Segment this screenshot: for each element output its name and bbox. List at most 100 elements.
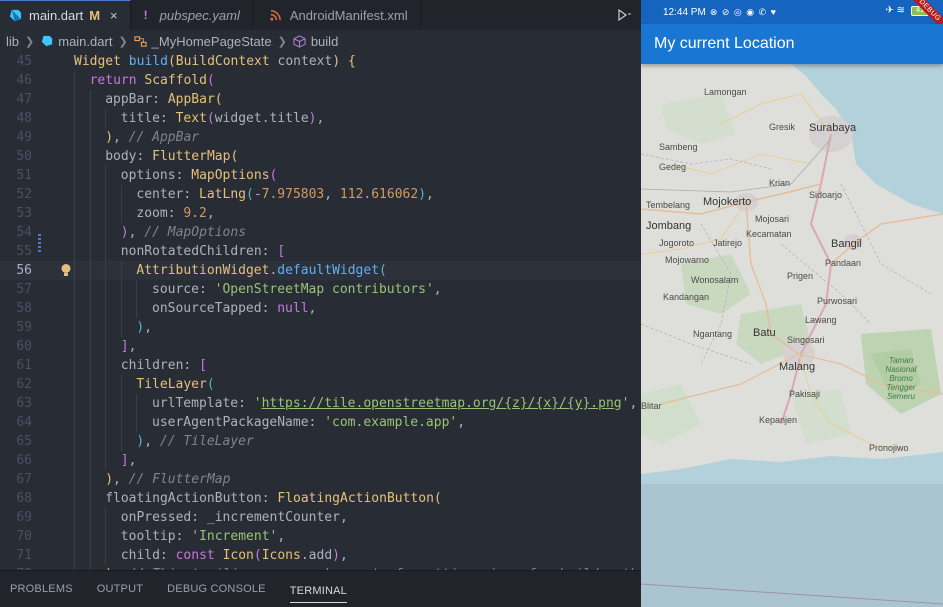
code-line[interactable]: 64 userAgentPackageName: 'com.example.app… xyxy=(0,413,641,432)
tab-label: main.dart xyxy=(29,8,84,23)
code-line[interactable]: 61 children: [ xyxy=(0,356,641,375)
indent-guide xyxy=(105,337,107,356)
map-place-label: Purwosari xyxy=(817,296,858,306)
line-number: 70 xyxy=(16,529,32,544)
code-line[interactable]: 60], xyxy=(0,337,641,356)
line-number: 60 xyxy=(16,339,32,354)
line-number: 56 xyxy=(16,263,32,278)
indent-guide xyxy=(89,394,91,413)
code-line[interactable]: 63 urlTemplate: 'https://tile.openstreetm… xyxy=(0,394,641,413)
phone-emulator: 12:44 PM ⊗ ⊘ ◎ ◉ ✆ ♥ ✈ ≋ 41 DEBUG My cur… xyxy=(641,0,943,607)
indent-guide xyxy=(74,394,75,413)
indent-guide xyxy=(136,299,138,318)
code-line[interactable]: 71 child: const Icon(Icons.add), xyxy=(0,546,641,565)
map-place-label: Jatirejo xyxy=(713,238,743,248)
chevron-right-icon: ❯ xyxy=(118,35,128,48)
indent-guide xyxy=(74,261,75,280)
map-place-label: Kecamatan xyxy=(746,229,792,239)
line-number: 55 xyxy=(16,244,32,259)
code-text: ], xyxy=(120,339,137,354)
indent-guide xyxy=(120,185,122,204)
close-icon[interactable]: × xyxy=(110,8,118,23)
line-number: 53 xyxy=(16,206,32,221)
code-line[interactable]: 51 options: MapOptions( xyxy=(0,166,641,185)
map-view[interactable]: Surabaya Sambeng Lamongan Gresik Gedeg Krian S… xyxy=(641,64,943,607)
line-number: 64 xyxy=(16,415,32,430)
tab-debug-console[interactable]: DEBUG CONSOLE xyxy=(167,571,266,607)
map-place-label: Gedeg xyxy=(659,162,687,172)
code-line[interactable]: 53 zoom: 9.2, xyxy=(0,204,641,223)
map-place-label: Singosari xyxy=(787,335,825,345)
indent-guide xyxy=(105,109,107,128)
code-line[interactable]: 45 Widget build(BuildContext context) { xyxy=(0,52,641,71)
code-line[interactable]: 55 nonRotatedChildren: [ xyxy=(0,242,641,261)
app-bar: My current Location xyxy=(641,24,943,64)
map-place-label: Prigen xyxy=(787,271,814,281)
map-place-label: Krian xyxy=(769,178,791,188)
line-number: 59 xyxy=(16,320,32,335)
code-text: options: MapOptions( xyxy=(120,168,278,183)
code-line[interactable]: 69 onPressed: _incrementCounter, xyxy=(0,508,641,527)
code-line[interactable]: 50 body: FlutterMap( xyxy=(0,147,641,166)
line-number: 67 xyxy=(16,472,32,487)
line-number: 49 xyxy=(16,130,32,145)
indent-guide xyxy=(136,394,138,413)
code-line[interactable]: 52 center: LatLng(-7.975803, 112.616062), xyxy=(0,185,641,204)
tab-pubspec[interactable]: ! pubspec.yaml xyxy=(131,0,253,30)
indent-guide xyxy=(89,337,91,356)
indent-guide xyxy=(89,375,91,394)
code-text: tooltip: 'Increment', xyxy=(120,529,286,544)
code-text: onSourceTapped: null, xyxy=(152,301,317,316)
status-time: 12:44 PM xyxy=(663,6,706,18)
map-place-label: Pronojiwo xyxy=(869,443,909,453)
bottom-panel-tabs: PROBLEMS OUTPUT DEBUG CONSOLE TERMINAL xyxy=(0,570,641,607)
indent-guide xyxy=(74,318,75,337)
indent-guide xyxy=(89,470,91,489)
tab-main-dart[interactable]: main.dart M × xyxy=(0,0,131,30)
code-line[interactable]: 46 return Scaffold( xyxy=(0,71,641,90)
indent-guide xyxy=(89,356,91,375)
breadcrumb-build[interactable]: build xyxy=(311,34,338,49)
lightbulb-icon[interactable] xyxy=(60,263,72,278)
tab-output[interactable]: OUTPUT xyxy=(97,571,143,607)
indent-guide xyxy=(120,204,122,223)
code-line[interactable]: 58 onSourceTapped: null, xyxy=(0,299,641,318)
code-text: Widget build(BuildContext context) { xyxy=(74,54,356,69)
code-text: ), xyxy=(136,320,153,335)
code-line[interactable]: 66], xyxy=(0,451,641,470)
code-text: ), // MapOptions xyxy=(120,225,247,240)
split-editor-button[interactable] xyxy=(609,0,641,30)
method-cube-icon xyxy=(293,34,307,48)
breadcrumb-main-dart[interactable]: main.dart xyxy=(58,34,112,49)
code-line[interactable]: 49), // AppBar xyxy=(0,128,641,147)
tab-android-manifest[interactable]: AndroidManifest.xml xyxy=(253,0,421,30)
code-line[interactable]: 68 floatingActionButton: FloatingActionBu… xyxy=(0,489,641,508)
tab-terminal[interactable]: TERMINAL xyxy=(289,579,347,603)
indent-guide xyxy=(105,394,107,413)
code-line[interactable]: 47 appBar: AppBar( xyxy=(0,90,641,109)
code-text: child: const Icon(Icons.add), xyxy=(120,548,348,563)
line-number: 61 xyxy=(16,358,32,373)
breadcrumb-class[interactable]: _MyHomePageState xyxy=(152,34,272,49)
code-line[interactable]: 48 title: Text(widget.title), xyxy=(0,109,641,128)
code-line[interactable]: 54), // MapOptions xyxy=(0,223,641,242)
code-line[interactable]: 56 AttributionWidget.defaultWidget( xyxy=(0,261,641,280)
code-line[interactable]: 70 tooltip: 'Increment', xyxy=(0,527,641,546)
code-line[interactable]: 67), // FlutterMap xyxy=(0,470,641,489)
code-line[interactable]: 57 source: 'OpenStreetMap contributors', xyxy=(0,280,641,299)
code-area[interactable]: 45 Widget build(BuildContext context) {46… xyxy=(0,52,641,570)
map-place-label: Gresik xyxy=(769,122,796,132)
code-line[interactable]: 65), // TileLayer xyxy=(0,432,641,451)
map-place-label: Lawang xyxy=(805,315,837,325)
code-line[interactable]: 62 TileLayer( xyxy=(0,375,641,394)
tab-problems[interactable]: PROBLEMS xyxy=(10,571,73,607)
code-line[interactable]: 59), xyxy=(0,318,641,337)
map-place-label: Mojokerto xyxy=(703,196,752,208)
indent-guide xyxy=(89,204,91,223)
indent-guide xyxy=(74,128,75,147)
indent-guide xyxy=(120,375,122,394)
indent-guide xyxy=(136,413,138,432)
line-number: 71 xyxy=(16,548,32,563)
indent-guide xyxy=(120,394,122,413)
breadcrumb-lib[interactable]: lib xyxy=(6,34,19,49)
